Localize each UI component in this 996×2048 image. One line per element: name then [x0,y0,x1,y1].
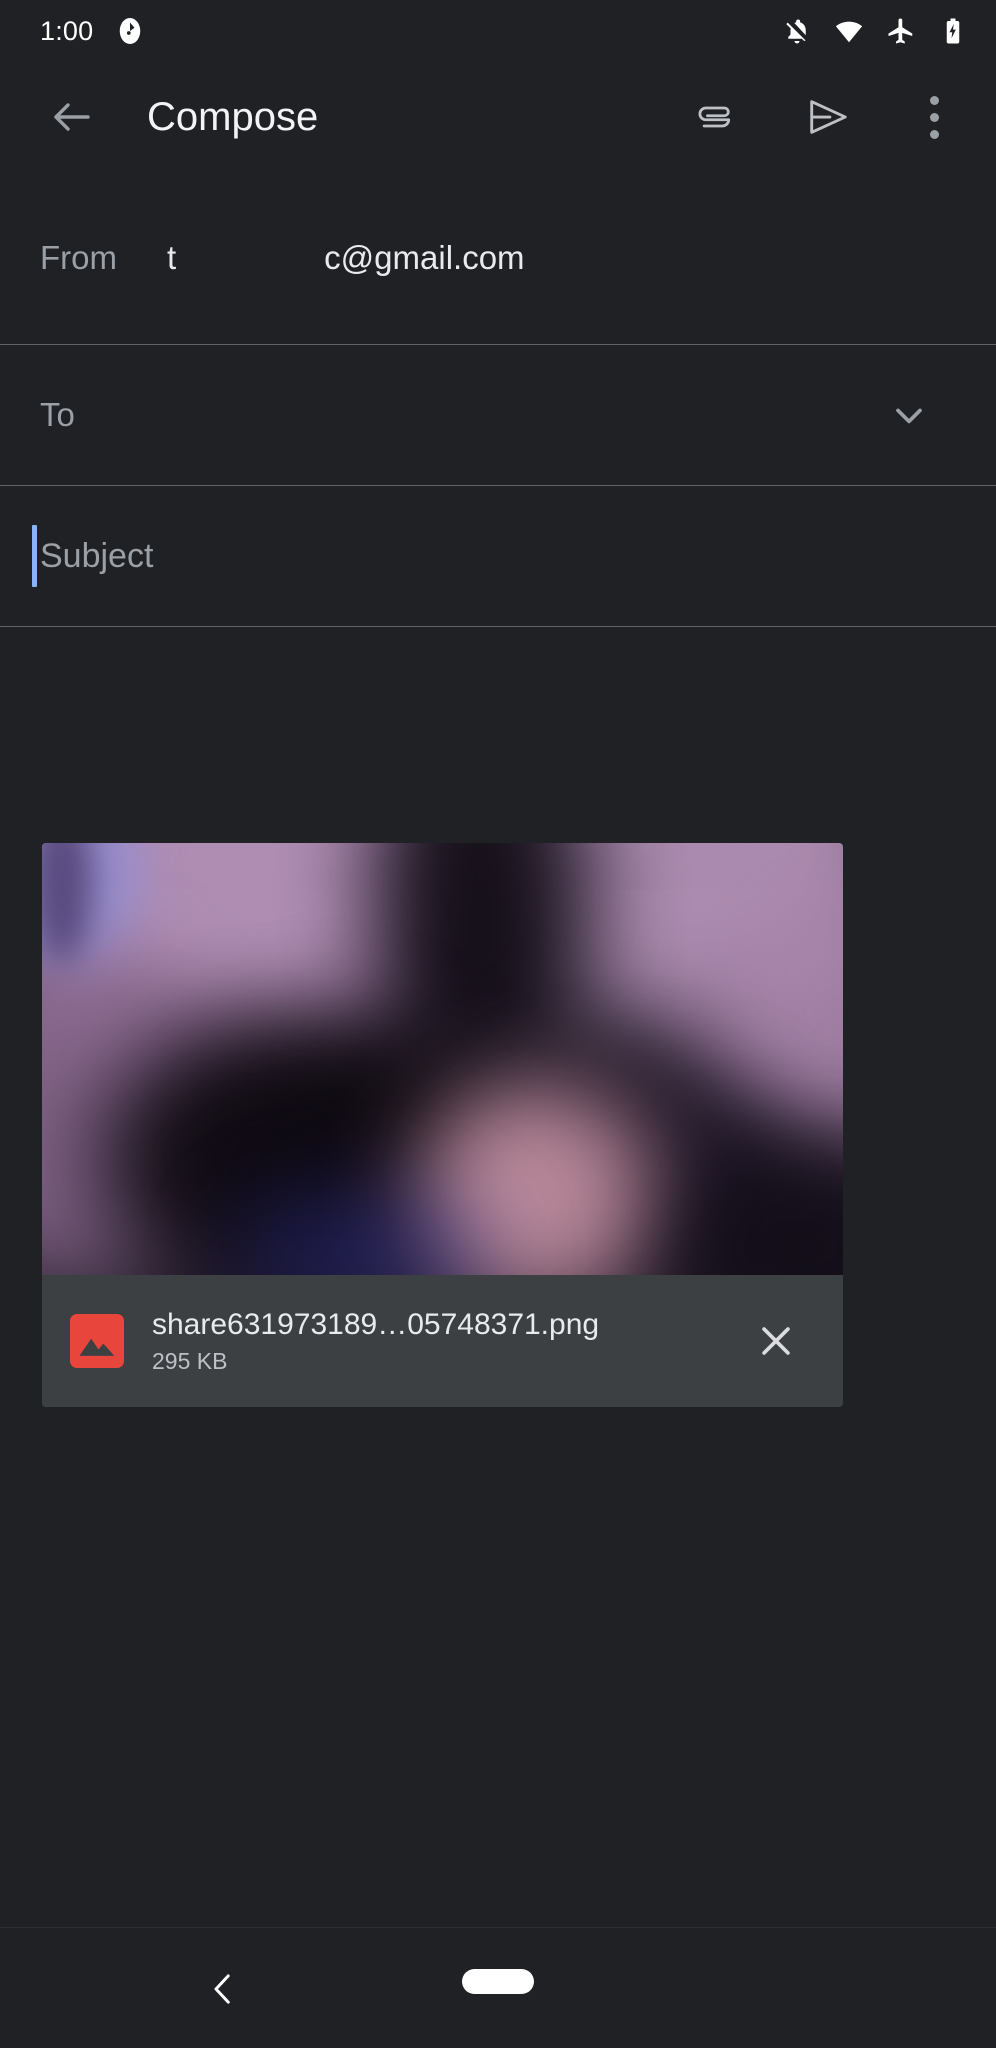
status-clock: 1:00 [40,15,94,46]
status-bar-left: 1:00 [40,16,145,47]
image-file-icon-glyph [79,1338,115,1356]
attach-file-button[interactable] [670,73,758,161]
wifi-icon [834,16,864,46]
subject-placeholder: Subject [40,536,154,575]
more-options-button[interactable] [890,73,978,161]
paperclip-icon [698,106,731,128]
notifications-off-icon [782,16,812,46]
to-row: To [40,380,956,450]
attachment-details: share631973189…05748371.png 295 KB [152,1308,739,1375]
nav-home-pill[interactable] [462,1969,534,1994]
to-field[interactable]: To [0,345,996,486]
back-button[interactable] [26,71,118,163]
expand-recipients-button[interactable] [874,380,944,450]
attachment-chip: share631973189…05748371.png 295 KB [42,1275,843,1407]
app-toolbar: Compose [0,62,996,172]
from-row: From t c@gmail.com [40,239,956,277]
attachment-image-preview[interactable] [42,843,843,1275]
subject-row: Subject [32,525,956,587]
compose-screen: 1:00 Compose From t c@gmail.com To Subje… [0,0,996,2048]
status-bar-right [782,16,968,46]
chevron-down-icon [896,408,922,424]
status-bar: 1:00 [0,0,996,62]
chevron-left-icon [214,1974,230,2004]
to-placeholder: To [40,396,75,433]
attachment-file-size: 295 KB [152,1347,228,1374]
text-caret [32,525,37,587]
airplane-mode-icon [886,16,916,46]
remove-attachment-button[interactable] [739,1304,813,1378]
send-icon [810,100,847,134]
page-title: Compose [147,94,319,139]
from-label: From [40,239,117,276]
close-icon [762,1327,790,1355]
from-address-suffix: c@gmail.com [324,239,525,276]
nav-back-button[interactable] [178,1950,268,2028]
from-field[interactable]: From t c@gmail.com [0,172,996,345]
clock-app-icon [115,16,145,46]
attachment-card[interactable]: share631973189…05748371.png 295 KB [42,843,843,1407]
subject-field[interactable]: Subject [0,486,996,627]
attachment-file-name: share631973189…05748371.png [152,1307,600,1341]
arrow-back-icon [54,103,90,131]
battery-charging-icon [938,16,968,46]
image-file-icon [70,1314,124,1368]
send-button[interactable] [784,73,872,161]
system-navigation-bar [0,1928,996,2048]
overflow-menu-icon [929,95,939,139]
from-address-prefix: t [167,239,177,276]
